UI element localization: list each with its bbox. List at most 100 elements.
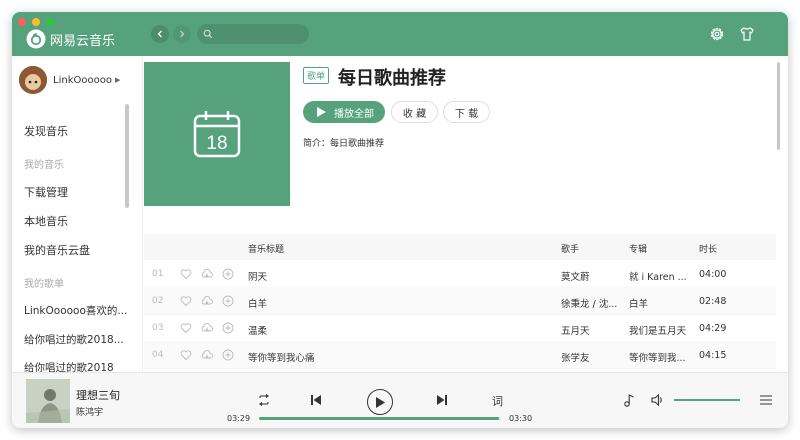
previous-track-icon[interactable] [308, 392, 324, 408]
now-playing-cover[interactable] [26, 379, 70, 423]
sidebar-item-discover[interactable]: 发现音乐 [24, 123, 68, 139]
now-playing-artist[interactable]: 陈鸿宇 [76, 405, 103, 418]
now-playing-title[interactable]: 理想三旬 [76, 387, 120, 403]
play-all-label: 播放全部 [334, 108, 374, 120]
sidebar-item-downloads[interactable]: 下载管理 [24, 184, 68, 200]
song-duration: 04:00 [699, 269, 727, 280]
cloud-download-icon[interactable] [201, 295, 213, 307]
forward-icon [180, 30, 185, 38]
column-header-artist[interactable]: 歌手 [561, 242, 579, 255]
volume-icon[interactable] [650, 392, 666, 408]
intro-text: 每日歌曲推荐 [330, 139, 385, 149]
total-time: 03:30 [509, 414, 533, 423]
favorite-button[interactable]: 收 藏 [391, 101, 438, 123]
play-all-button[interactable]: 播放全部 [303, 101, 385, 123]
cloud-download-icon[interactable] [201, 349, 213, 361]
top-bar: 网易云音乐 [12, 12, 788, 56]
back-button[interactable] [151, 25, 169, 43]
heart-icon[interactable] [180, 349, 192, 361]
song-duration: 02:48 [699, 296, 727, 307]
table-row[interactable]: 01 阴天 莫文蔚 就 i Karen ... 04:00 [144, 260, 776, 288]
add-circle-icon[interactable] [222, 295, 234, 307]
user-profile[interactable]: LinkOooooo ▶ [19, 66, 120, 94]
add-circle-icon[interactable] [222, 268, 234, 280]
column-header-duration[interactable]: 时长 [699, 242, 717, 255]
song-title: 阴天 [248, 272, 268, 283]
song-album[interactable]: 就 i Karen ... [629, 269, 687, 283]
back-icon [157, 30, 162, 38]
current-time: 03:29 [227, 414, 251, 423]
volume-slider[interactable] [674, 399, 740, 401]
playlist-intro: 简介：每日歌曲推荐 [303, 136, 384, 149]
sidebar-item-liked-playlist[interactable]: LinkOooooo喜欢的... [24, 303, 127, 318]
music-note-icon[interactable] [622, 392, 638, 408]
gear-icon[interactable] [708, 25, 726, 43]
song-table-header: 音乐标题 歌手 专辑 时长 [144, 234, 776, 260]
main-scrollbar[interactable] [777, 62, 780, 150]
app-window: 网易云音乐 LinkOooooo ▶ 发现音乐 我的音乐 下载管理 本地音乐 我… [12, 12, 788, 428]
sidebar-item-local-music[interactable]: 本地音乐 [24, 213, 68, 229]
sidebar-section-my-music: 我的音乐 [24, 160, 64, 171]
search-icon [203, 29, 213, 39]
loop-icon[interactable] [256, 392, 272, 408]
play-icon [317, 107, 326, 117]
sidebar-item-playlist[interactable]: 给你唱过的歌2018... [24, 332, 124, 347]
table-row[interactable]: 03 温柔 五月天 我们是五月天 04:29 [144, 314, 776, 342]
avatar[interactable] [19, 66, 47, 94]
column-header-album[interactable]: 专辑 [629, 242, 647, 255]
song-artist[interactable]: 徐秉龙 / 沈... [561, 296, 619, 310]
sidebar-item-playlist[interactable]: 给你唱过的歌2018 [24, 360, 114, 372]
add-circle-icon[interactable] [222, 322, 234, 334]
song-title: 等你等到我心痛 [248, 353, 315, 364]
song-duration: 04:29 [699, 323, 727, 334]
progress-fill [259, 417, 499, 420]
add-circle-icon[interactable] [222, 349, 234, 361]
song-artist[interactable]: 五月天 [561, 323, 619, 337]
app-logo[interactable]: 网易云音乐 [26, 28, 115, 50]
row-index: 04 [152, 350, 164, 360]
next-track-icon[interactable] [434, 392, 450, 408]
song-artist[interactable]: 莫文蔚 [561, 269, 619, 283]
album-art-image [26, 379, 70, 423]
playlist-tag: 歌单 [303, 67, 330, 84]
app-name: 网易云音乐 [50, 33, 116, 49]
caret-right-icon[interactable]: ▶ [115, 76, 120, 84]
heart-icon[interactable] [180, 295, 192, 307]
maximize-window-button[interactable] [46, 18, 54, 26]
player-bar: 理想三旬 陈鸿宇 词 03:29 03:30 [12, 372, 788, 428]
table-row[interactable]: 02 白羊 徐秉龙 / 沈... 白羊 02:48 [144, 287, 776, 315]
sidebar-scrollbar[interactable] [125, 104, 129, 208]
netease-logo-icon [26, 29, 46, 49]
song-artist[interactable]: 张学友 [561, 350, 619, 364]
song-album[interactable]: 等你等到我... [629, 350, 687, 364]
minimize-window-button[interactable] [32, 18, 40, 26]
username[interactable]: LinkOooooo [53, 75, 112, 86]
progress-bar[interactable] [259, 417, 501, 420]
song-title: 白羊 [248, 299, 268, 310]
search-input[interactable] [215, 27, 309, 41]
sidebar: LinkOooooo ▶ 发现音乐 我的音乐 下载管理 本地音乐 我的音乐云盘 … [12, 56, 143, 372]
shirt-icon[interactable] [738, 25, 756, 43]
close-window-button[interactable] [18, 18, 26, 26]
heart-icon[interactable] [180, 322, 192, 334]
row-index: 01 [152, 269, 164, 279]
song-album[interactable]: 我们是五月天 [629, 323, 687, 337]
volume-fill [674, 399, 740, 401]
heart-icon[interactable] [180, 268, 192, 280]
forward-button[interactable] [173, 25, 191, 43]
play-pause-button[interactable] [367, 389, 393, 415]
sidebar-item-cloud-drive[interactable]: 我的音乐云盘 [24, 242, 90, 258]
table-row[interactable]: 04 等你等到我心痛 张学友 等你等到我... 04:15 [144, 341, 776, 369]
sidebar-section-my-playlists: 我的歌单 [24, 279, 64, 290]
song-duration: 04:15 [699, 350, 727, 361]
playlist-cover: 18 [144, 62, 290, 206]
cloud-download-icon[interactable] [201, 268, 213, 280]
playlist-queue-icon[interactable] [758, 392, 774, 408]
search-box[interactable] [197, 24, 309, 44]
download-button[interactable]: 下 载 [443, 101, 490, 123]
cloud-download-icon[interactable] [201, 322, 213, 334]
lyrics-button[interactable]: 词 [492, 393, 503, 409]
song-album[interactable]: 白羊 [629, 296, 687, 310]
column-header-title[interactable]: 音乐标题 [248, 242, 284, 255]
avatar-image [19, 66, 47, 94]
